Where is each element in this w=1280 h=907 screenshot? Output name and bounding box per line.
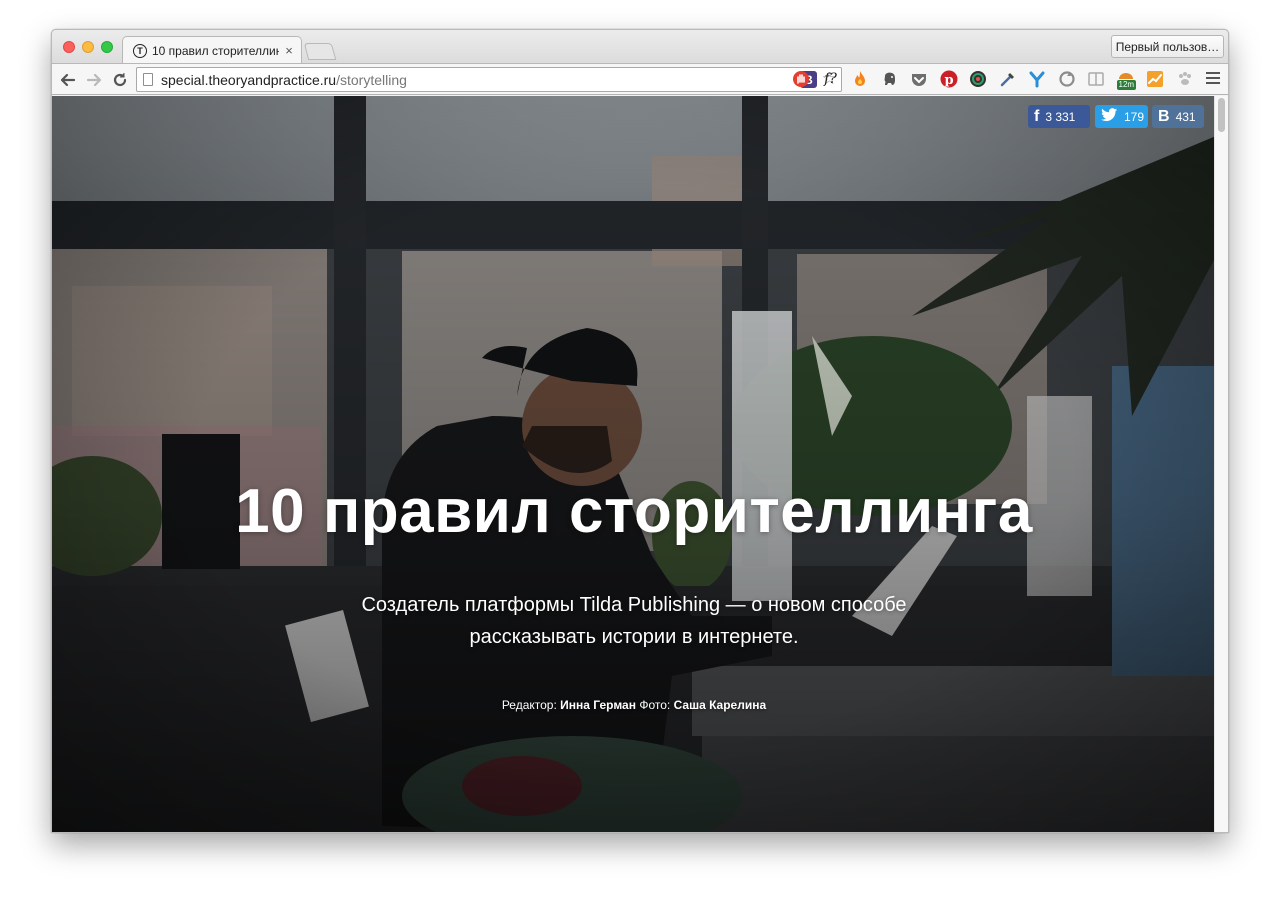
page-scrollbar[interactable] <box>1214 96 1228 832</box>
photo-label: Фото: <box>639 698 671 712</box>
twitter-bird-icon <box>1101 107 1118 126</box>
back-arrow-icon[interactable] <box>58 70 78 90</box>
analytics-icon[interactable] <box>1146 70 1164 88</box>
vk-share-count: 431 <box>1175 109 1196 124</box>
vk-icon: B <box>1158 107 1170 125</box>
scrollbar-thumb[interactable] <box>1218 98 1225 132</box>
menu-icon[interactable] <box>1206 72 1220 87</box>
facebook-share-count: 3 331 <box>1045 109 1076 124</box>
refresh-ring-icon[interactable] <box>1058 70 1076 88</box>
elephant-icon[interactable] <box>881 70 899 88</box>
hand-stop-icon[interactable] <box>792 70 810 88</box>
editor-name: Инна Герман <box>560 698 636 712</box>
page-subtitle: Создатель платформы Tilda Publishing — о… <box>284 589 984 653</box>
pocket-icon[interactable] <box>910 70 928 88</box>
toolbar: special.theoryandpractice.ru/storytellin… <box>52 63 1228 95</box>
burger-badge-icon[interactable]: 12m <box>1116 70 1137 90</box>
reload-icon[interactable] <box>110 70 130 90</box>
yandex-y-icon[interactable] <box>1028 70 1046 88</box>
eyedropper-icon[interactable] <box>999 70 1017 88</box>
address-bar[interactable]: special.theoryandpractice.ru/storytellin… <box>136 67 842 92</box>
burger-badge-count: 12m <box>1116 80 1137 90</box>
svg-text:p: p <box>944 73 953 88</box>
hero-content: 10 правил сторителлинга Создатель платфо… <box>52 96 1216 832</box>
url-text[interactable]: special.theoryandpractice.ru/storytellin… <box>161 72 407 88</box>
extensions-bar: f? p 12m <box>792 70 1205 90</box>
window-zoom-button[interactable] <box>101 41 113 53</box>
page-title: 10 правил сторителлинга <box>235 477 1033 546</box>
tab-close-icon[interactable]: × <box>283 43 295 58</box>
fquestion-icon[interactable]: f? <box>822 70 840 88</box>
tab-favicon-icon: T <box>133 43 147 58</box>
photo-name: Саша Карелина <box>673 698 767 712</box>
pinterest-icon[interactable]: p <box>940 70 958 88</box>
browser-window: T 10 правил сторителлинга × Первый польз… <box>51 29 1229 833</box>
tab-strip: T 10 правил сторителлинга × Первый польз… <box>52 30 1228 64</box>
page-icon <box>143 73 153 86</box>
new-tab-button[interactable] <box>303 43 337 60</box>
reader-icon[interactable] <box>1087 70 1105 88</box>
editor-label: Редактор: <box>501 698 557 712</box>
tab-title: 10 правил сторителлинга <box>152 43 279 58</box>
twitter-share-count: 179 <box>1124 109 1145 124</box>
facebook-icon: f <box>1034 107 1040 125</box>
credits: Редактор: Инна Герман Фото: Саша Карелин… <box>52 696 1216 714</box>
forward-arrow-icon[interactable] <box>84 70 104 90</box>
flame-icon[interactable] <box>851 70 869 88</box>
facebook-share-button[interactable]: f 3 331 <box>1028 105 1090 128</box>
vk-share-button[interactable]: B 431 <box>1152 105 1204 128</box>
subtitle-line-1: Создатель платформы Tilda Publishing — о… <box>361 594 907 616</box>
twitter-share-button[interactable]: 179 <box>1095 105 1148 128</box>
window-minimize-button[interactable] <box>82 41 94 53</box>
profile-button[interactable]: Первый пользов… <box>1111 35 1224 58</box>
paw-icon[interactable] <box>1176 70 1194 88</box>
tab-storytelling[interactable]: T 10 правил сторителлинга × <box>122 36 302 64</box>
camera-lens-icon[interactable] <box>969 70 987 88</box>
page-viewport: 10 правил сторителлинга Создатель платфо… <box>52 96 1216 832</box>
window-close-button[interactable] <box>63 41 75 53</box>
subtitle-line-2: рассказывать истории в интернете. <box>469 626 799 648</box>
